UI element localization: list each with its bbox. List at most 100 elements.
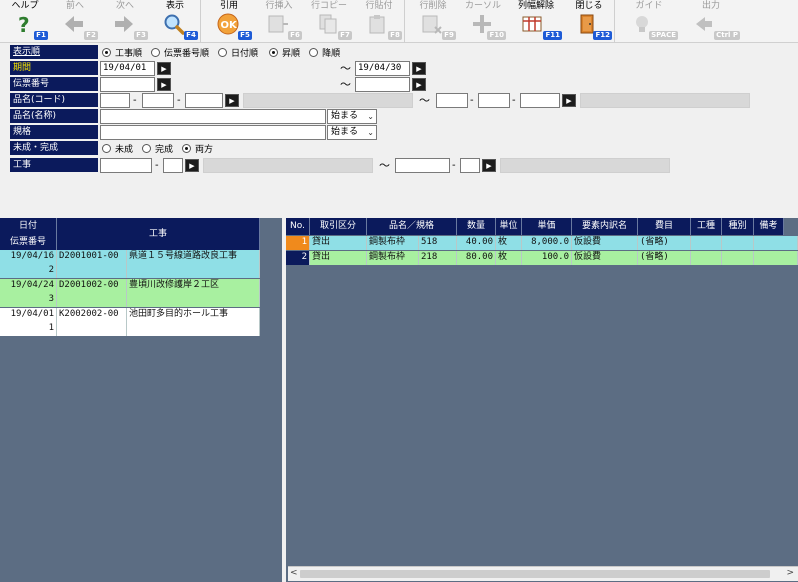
slip-from-input[interactable] (100, 77, 155, 92)
period-to-input[interactable]: 19/04/30 (355, 61, 410, 76)
code-to-2-input[interactable] (478, 93, 510, 108)
code-to-3-input[interactable] (520, 93, 560, 108)
header-date[interactable]: 日付 (0, 218, 57, 235)
item-name-input[interactable] (100, 109, 326, 124)
scrollbar-thumb[interactable] (300, 570, 770, 578)
slip-from-picker-icon[interactable]: ▶ (157, 78, 171, 91)
spec-match-select[interactable]: 始まる ⌄ (327, 125, 377, 140)
toolbar-button-2[interactable]: 前へ F2 (50, 0, 100, 43)
row-slip-number: K2002002-00 (57, 308, 127, 322)
column-header-3[interactable]: 品名／規格 (367, 218, 457, 235)
work-from-1-input[interactable] (100, 158, 152, 173)
period-from-picker-icon[interactable]: ▶ (157, 62, 171, 75)
function-key-badge: F8 (388, 31, 402, 40)
sort-radio-asc[interactable]: 昇順 (269, 46, 300, 59)
toolbar-button-12[interactable]: 閉じる F12 (564, 0, 614, 43)
period-from-input[interactable]: 19/04/01 (100, 61, 155, 76)
toolbar-button-3[interactable]: 次へ F3 (100, 0, 150, 43)
work-to-name-display (500, 158, 670, 173)
header-slip-number[interactable]: 伝票番号 (0, 235, 57, 250)
column-header-1[interactable]: No. (286, 218, 310, 235)
column-header-10[interactable]: 種別 (722, 218, 754, 235)
spec-row: 規格 始まる ⌄ (0, 125, 798, 140)
toolbar-button-label: 列幅解除 (517, 1, 554, 11)
sort-radio-desc[interactable]: 降順 (309, 46, 340, 59)
toolbar-button-8[interactable]: 行貼付 F8 (354, 0, 404, 43)
header-work[interactable]: 工事 (57, 218, 260, 250)
code-from-2-input[interactable] (142, 93, 174, 108)
spec-input[interactable] (100, 125, 326, 140)
period-to-picker-icon[interactable]: ▶ (412, 62, 426, 75)
toolbar-button-5[interactable]: 引用 OK F5 (204, 0, 254, 43)
code-dash: - (177, 95, 181, 106)
empty-cell (754, 236, 798, 250)
code-tilde: ～ (419, 94, 430, 107)
code-row: 品名(コード) - - ▶ ～ - - ▶ (0, 93, 798, 108)
order-radio-work[interactable]: 工事順 (102, 46, 142, 59)
item-code-label: 品名(コード) (10, 93, 98, 108)
chevron-down-icon: ⌄ (367, 112, 374, 121)
slip-list-grid: 日付 伝票番号 工事 19/04/16 D2001001-00 県道１５号線道路改良… (0, 218, 282, 582)
slip-to-picker-icon[interactable]: ▶ (412, 78, 426, 91)
scroll-left-icon[interactable]: < (290, 568, 298, 578)
code-to-picker-icon[interactable]: ▶ (562, 94, 576, 107)
app-window: { "toolbar": [ {"label":"ヘルプ","key":"F1"… (0, 0, 798, 582)
order-radio-slip[interactable]: 伝票番号順 (151, 46, 209, 59)
item-name-match-select[interactable]: 始まる ⌄ (327, 109, 377, 124)
order-radio-date[interactable]: 日付順 (218, 46, 258, 59)
column-header-9[interactable]: 工種 (691, 218, 722, 235)
code-from-3-input[interactable] (185, 93, 223, 108)
work-to-1-input[interactable] (395, 158, 450, 173)
column-header-2[interactable]: 取引区分 (310, 218, 367, 235)
slip-to-input[interactable] (355, 77, 410, 92)
function-key-badge: F2 (84, 31, 98, 40)
table-row[interactable]: 19/04/01 K2002002-00 池田町多目的ホール工事 1 (0, 308, 260, 336)
ok-icon: OK (217, 13, 239, 35)
status-radio-complete[interactable]: 完成 (142, 142, 173, 155)
toolbar-button-10[interactable]: カーソル F10 (458, 0, 508, 43)
table-row[interactable]: 19/04/24 D2001002-00 豊頃川改修護岸２工区 3 (0, 279, 260, 307)
work-from-picker-icon[interactable]: ▶ (185, 159, 199, 172)
status-radio-both[interactable]: 両方 (182, 142, 213, 155)
toolbar-button-7[interactable]: 行コピー F7 (304, 0, 354, 43)
code-to-1-input[interactable] (436, 93, 468, 108)
name-row: 品名(名称) 始まる ⌄ (0, 109, 798, 124)
toolbar-button-6[interactable]: 行挿入 F6 (254, 0, 304, 43)
horizontal-scrollbar[interactable]: < > (288, 566, 798, 581)
work-to-picker-icon[interactable]: ▶ (482, 159, 496, 172)
slip-number-label: 伝票番号 (10, 77, 98, 92)
row-kubun: 貸出 (310, 236, 367, 250)
column-header-6[interactable]: 単価 (522, 218, 572, 235)
code-from-1-input[interactable] (100, 93, 130, 108)
toolbar-button-label: 行貼付 (365, 1, 393, 11)
function-key-badge: Ctrl P (714, 31, 740, 40)
column-header-8[interactable]: 費目 (638, 218, 691, 235)
work-to-2-input[interactable] (460, 158, 480, 173)
toolbar-button-13[interactable]: ガイド SPACE (618, 0, 680, 43)
column-header-4[interactable]: 数量 (457, 218, 496, 235)
toolbar-button-11[interactable]: 列幅解除 F11 (508, 0, 564, 43)
empty-cell (722, 236, 754, 250)
work-from-2-input[interactable] (163, 158, 183, 173)
column-header-11[interactable]: 備考 (754, 218, 784, 235)
toolbar-button-1[interactable]: ヘルプ? F1 (0, 0, 50, 43)
toolbar-button-label: 行挿入 (265, 1, 293, 11)
toolbar-button-label: 前へ (65, 1, 84, 11)
status-radio-incomplete[interactable]: 未成 (102, 142, 133, 155)
row-work-name: 県道１５号線道路改良工事 (127, 250, 260, 264)
toolbar-button-14[interactable]: 出力 Ctrl P (680, 0, 742, 43)
work-label: 工事 (10, 158, 98, 173)
column-header-5[interactable]: 単位 (496, 218, 522, 235)
toolbar-button-4[interactable]: 表示 F4 (150, 0, 200, 43)
arrow-left-icon (63, 13, 85, 35)
help-icon: ? (13, 13, 35, 37)
code-from-picker-icon[interactable]: ▶ (225, 94, 239, 107)
work-tilde: ～ (379, 159, 390, 172)
toolbar-button-label: ガイド (635, 1, 663, 11)
toolbar-button-9[interactable]: 行削除 F9 (408, 0, 458, 43)
table-row[interactable]: 19/04/16 D2001001-00 県道１５号線道路改良工事 2 (0, 250, 260, 278)
column-header-7[interactable]: 要素内訳名 (572, 218, 638, 235)
toolbar: ヘルプ? F1 前へ F2 次へ F3 表示 F4 引用 OK F5 行挿入 F6 行コピー F7 行貼付 F8… (0, 0, 798, 43)
scroll-right-icon[interactable]: > (786, 568, 794, 578)
function-key-badge: F11 (543, 31, 562, 40)
